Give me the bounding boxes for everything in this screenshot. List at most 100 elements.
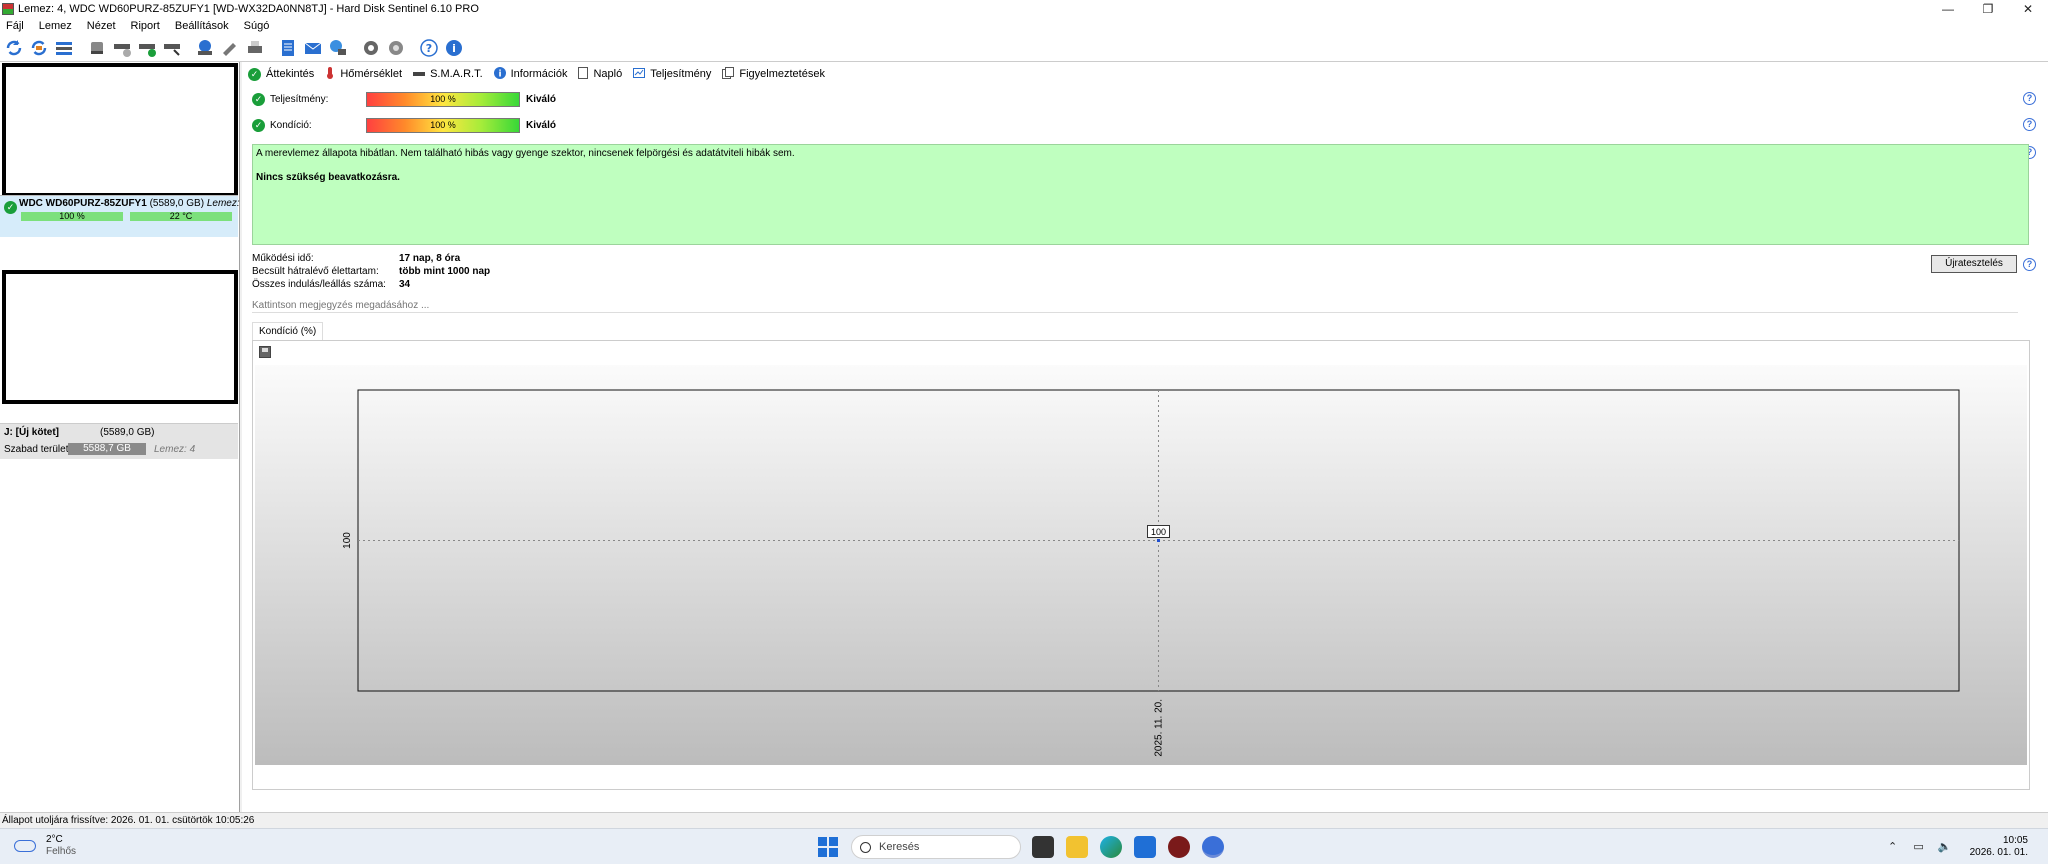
performance-status: Kiváló <box>526 93 557 105</box>
refresh-all-icon[interactable] <box>28 37 50 59</box>
performance-icon <box>633 67 646 81</box>
taskbar: 2°C Felhős Keresés ⌃ ▭ 🔈 10:05 2026. 01.… <box>0 828 2048 864</box>
performance-label: Teljesítmény: <box>270 93 329 105</box>
performance-bar: 100 % <box>366 91 520 107</box>
disk-frame-top <box>2 63 238 197</box>
info-grid: Működési idő: 17 nap, 8 óra Becsült hátra… <box>252 253 490 292</box>
disk-ok-icon[interactable] <box>136 37 158 59</box>
settings-icon[interactable] <box>360 37 382 59</box>
chart-tab-health[interactable]: Kondíció (%) <box>252 322 324 340</box>
file-explorer-icon[interactable] <box>1066 836 1088 858</box>
info-icon: i <box>493 66 506 82</box>
clock[interactable]: 10:05 2026. 01. 01. <box>1970 835 2028 859</box>
taskbar-search[interactable]: Keresés <box>851 835 1021 859</box>
note-input[interactable] <box>252 298 2018 313</box>
menu-report[interactable]: Riport <box>125 20 169 32</box>
tab-log[interactable]: Napló <box>578 66 622 82</box>
windows-start-icon[interactable] <box>818 837 838 857</box>
minimize-button[interactable]: — <box>1928 0 1968 17</box>
y-tick-label: 100 <box>342 532 353 549</box>
print-icon[interactable] <box>244 37 266 59</box>
data-label: 100 <box>1151 527 1166 537</box>
tab-overview[interactable]: ✓ Áttekintés <box>248 67 314 81</box>
menu-disk[interactable]: Lemez <box>33 20 81 32</box>
svg-text:?: ? <box>426 42 432 55</box>
tab-smart[interactable]: S.M.A.R.T. <box>413 68 483 80</box>
app-icon[interactable] <box>1168 836 1190 858</box>
volume-disk-label: Lemez: 4 <box>154 444 196 455</box>
refresh-icon[interactable] <box>3 37 25 59</box>
weather-condition: Felhős <box>46 846 77 857</box>
hard-disk-sentinel-icon[interactable] <box>1202 836 1224 858</box>
info-row-lifetime: Becsült hátralévő élettartam: több mint 1… <box>252 266 491 277</box>
search-icon <box>860 841 871 853</box>
main-panel: ✓ Áttekintés Hőmérséklet S.M.A.R.T. i Info… <box>242 62 2048 812</box>
tab-temperature[interactable]: Hőmérséklet <box>325 66 402 82</box>
log-icon <box>578 66 589 82</box>
clock-date: 2026. 01. 01. <box>1969 847 2028 858</box>
network-icon[interactable] <box>327 37 349 59</box>
cloud-icon <box>14 840 36 852</box>
title-bar: Lemez: 4, WDC WD60PURZ-85ZUFY1 [WD-WX32D… <box>0 0 2048 17</box>
chevron-up-icon[interactable]: ⌃ <box>1884 840 1902 854</box>
task-view-icon[interactable] <box>1032 836 1054 858</box>
help-icon[interactable]: ? <box>2023 118 2036 131</box>
tab-information[interactable]: i Információk <box>493 66 567 82</box>
help-icon[interactable]: ? <box>2023 258 2036 271</box>
status-message-box: A merevlemez állapota hibátlan. Nem talá… <box>252 144 2029 245</box>
about-icon[interactable]: i <box>443 37 465 59</box>
menu-help[interactable]: Súgó <box>238 20 279 32</box>
check-icon: ✓ <box>252 92 265 106</box>
close-button[interactable]: ✕ <box>2008 0 2048 17</box>
store-icon[interactable] <box>1134 836 1156 858</box>
clock-time: 10:05 <box>2002 835 2028 846</box>
disk-list-item[interactable]: ✓ WDC WD60PURZ-85ZUFY1 (5589,0 GB) Lemez… <box>0 195 248 237</box>
menu-bar: Fájl Lemez Nézet Riport Beállítások Súgó <box>0 17 2048 35</box>
free-space-label: Szabad terület <box>4 444 69 455</box>
health-chart: 100 2025. 11. 20. 100 <box>252 340 2030 790</box>
help-icon[interactable]: ? <box>2023 92 2036 105</box>
tab-bar: ✓ Áttekintés Hőmérséklet S.M.A.R.T. i Info… <box>248 66 836 82</box>
disk-name: WDC WD60PURZ-85ZUFY1 (5589,0 GB) Lemez: … <box>19 198 248 209</box>
x-tick-label: 2025. 11. 20. <box>1154 699 1165 757</box>
disk-list-panel: ✓ WDC WD60PURZ-85ZUFY1 (5589,0 GB) Lemez… <box>0 62 248 812</box>
menu-file[interactable]: Fájl <box>0 20 33 32</box>
weather-widget[interactable]: 2°C Felhős <box>14 834 76 858</box>
network-disk-icon[interactable] <box>194 37 216 59</box>
notification-icon[interactable] <box>2034 840 2044 854</box>
disk-tools-icon[interactable] <box>161 37 183 59</box>
free-space-bar: 5588,7 GB <box>68 443 146 455</box>
svg-text:i: i <box>452 42 456 55</box>
alerts-icon[interactable] <box>385 37 407 59</box>
toolbar: ? i <box>0 35 2048 62</box>
volume-item[interactable]: J: [Új kötet] (5589,0 GB) Szabad terület… <box>0 423 238 459</box>
health-bar: 100 % <box>366 117 520 133</box>
thermometer-icon <box>325 66 335 82</box>
email-icon[interactable] <box>302 37 324 59</box>
cleanup-icon[interactable] <box>219 37 241 59</box>
check-icon: ✓ <box>248 67 261 81</box>
disk-list-icon[interactable] <box>53 37 75 59</box>
maximize-button[interactable]: ❐ <box>1968 0 2008 17</box>
info-row-start-stop: Összes indulás/leállás száma: 34 <box>252 279 411 290</box>
tab-performance[interactable]: Teljesítmény <box>633 67 711 81</box>
disk-test-icon[interactable] <box>111 37 133 59</box>
disk-health-bar: 100 % <box>21 212 123 221</box>
edge-icon[interactable] <box>1100 836 1122 858</box>
disk-frame-bottom <box>2 270 238 404</box>
info-row-uptime: Működési idő: 17 nap, 8 óra <box>252 253 461 264</box>
weather-temperature: 2°C <box>46 834 63 845</box>
help-icon[interactable]: ? <box>418 37 440 59</box>
report-icon[interactable] <box>277 37 299 59</box>
taskbar-apps: Keresés <box>818 834 1236 860</box>
disk-icon[interactable] <box>86 37 108 59</box>
volume-size: (5589,0 GB) <box>100 427 155 438</box>
volume-icon[interactable]: 🔈 <box>1936 840 1954 854</box>
retest-button[interactable]: Újratesztelés <box>1931 255 2017 273</box>
svg-text:i: i <box>498 69 501 79</box>
network-icon[interactable]: ▭ <box>1910 840 1928 854</box>
disk-temperature-bar: 22 °C <box>130 212 232 221</box>
tab-alerts[interactable]: Figyelmeztetések <box>722 66 825 82</box>
menu-settings[interactable]: Beállítások <box>169 20 238 32</box>
menu-view[interactable]: Nézet <box>81 20 125 32</box>
